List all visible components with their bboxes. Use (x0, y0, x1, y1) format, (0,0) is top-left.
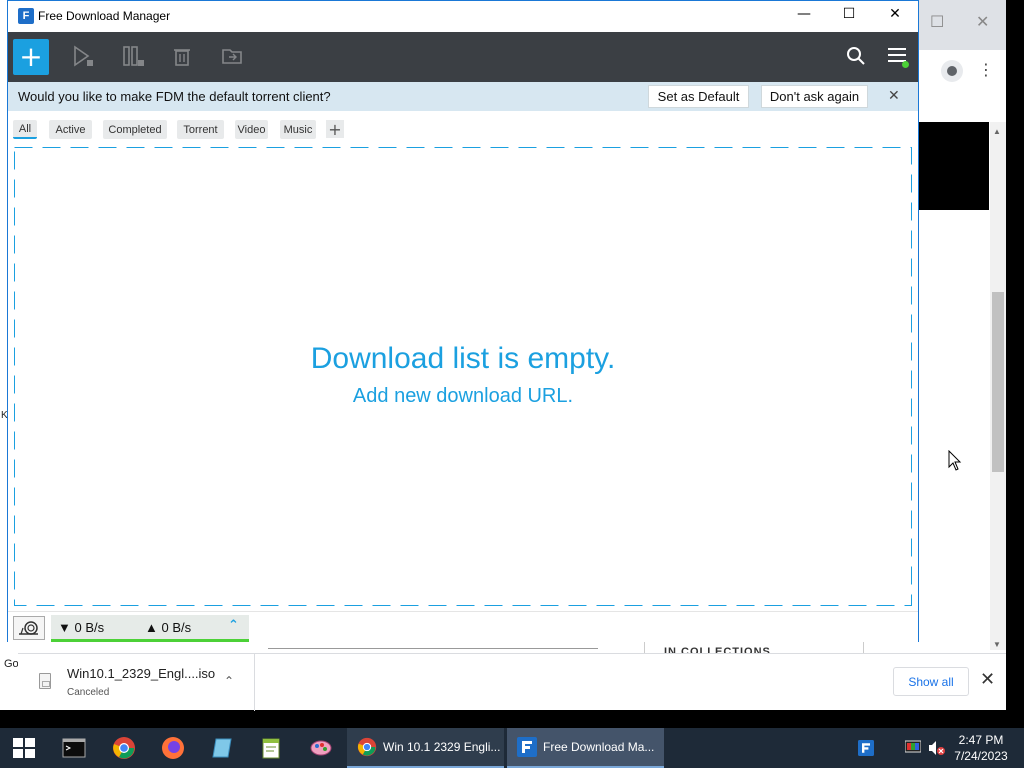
windows-start-icon[interactable] (13, 738, 35, 758)
scroll-down-icon[interactable]: ▼ (993, 640, 1001, 649)
fdm-toolbar: + (8, 32, 918, 82)
display-tray-icon[interactable] (905, 740, 921, 756)
mouse-cursor-icon (948, 450, 962, 471)
firefox-icon[interactable] (159, 734, 187, 762)
scroll-up-icon[interactable]: ▲ (993, 127, 1001, 136)
fdm-statusbar: ▼ 0 B/s ▲ 0 B/s ⌃ (8, 611, 918, 642)
dont-ask-again-button[interactable]: Don't ask again (761, 85, 868, 108)
file-icon (39, 673, 51, 689)
browser-maximize-icon[interactable]: ☐ (930, 12, 944, 31)
fdm-logo-icon: F (18, 8, 34, 24)
resume-icon[interactable] (72, 45, 94, 67)
page-dark-block (918, 122, 989, 210)
download-speed: ▼ 0 B/s (58, 620, 105, 635)
terminal-icon[interactable] (60, 734, 88, 762)
browser-scrollbar-thumb[interactable] (992, 292, 1004, 472)
fdm-window: F Free Download Manager — ☐ ✕ + Would yo… (7, 0, 919, 642)
tab-torrent[interactable]: Torrent (177, 120, 224, 139)
search-icon[interactable] (846, 46, 866, 66)
download-file-name: Win10.1_2329_Engl....iso (67, 666, 216, 681)
snail-speed-icon[interactable] (13, 616, 45, 640)
taskbar-task-label: Win 10.1 2329 Engli... (383, 740, 501, 754)
volume-muted-icon[interactable] (928, 740, 946, 756)
notepad-plus-plus-icon[interactable] (257, 734, 285, 762)
clock-date: 7/24/2023 (954, 749, 1008, 763)
tab-music[interactable]: Music (280, 120, 316, 139)
move-folder-icon[interactable] (221, 45, 243, 67)
minimize-icon[interactable]: — (789, 6, 819, 22)
browser-close-icon[interactable]: ✕ (976, 12, 989, 31)
page-text-fragment-bottom: Go (4, 658, 19, 670)
page-divider (644, 641, 645, 653)
show-all-button[interactable]: Show all (893, 667, 969, 696)
close-icon[interactable]: ✕ (880, 6, 910, 22)
window-title: Free Download Manager (38, 9, 171, 23)
clock-time: 2:47 PM (958, 733, 1004, 747)
downloads-shelf: Win10.1_2329_Engl....iso Canceled ⌃ Show… (18, 653, 1006, 711)
chevron-up-icon[interactable]: ⌃ (228, 618, 239, 633)
chevron-up-icon[interactable]: ⌃ (224, 674, 234, 688)
pause-icon[interactable] (122, 45, 144, 67)
close-banner-icon[interactable]: ✕ (888, 88, 900, 104)
default-client-banner: Would you like to make FDM the default t… (8, 82, 918, 111)
tab-active[interactable]: Active (49, 120, 92, 139)
page-divider (268, 648, 598, 649)
drop-area[interactable] (14, 147, 912, 607)
empty-list-title: Download list is empty. (310, 342, 616, 375)
taskbar: Win 10.1 2329 Engli... Free Download Ma.… (0, 728, 1024, 768)
taskbar-chrome-window[interactable]: Win 10.1 2329 Engli... (347, 728, 504, 768)
system-clock[interactable]: 2:47 PM 7/24/2023 (948, 732, 1014, 764)
maximize-icon[interactable]: ☐ (834, 6, 864, 22)
fdm-icon (517, 737, 537, 757)
chrome-icon[interactable] (110, 734, 138, 762)
fdm-titlebar[interactable]: F Free Download Manager — ☐ ✕ (8, 1, 918, 32)
notepad-icon[interactable] (208, 734, 236, 762)
update-indicator-dot (902, 61, 909, 68)
add-download-button[interactable]: + (13, 39, 49, 75)
tab-all[interactable]: All (13, 120, 37, 139)
download-status: Canceled (67, 687, 110, 698)
browser-titlebar: ☐ ✕ (918, 0, 1006, 50)
browser-menu-icon[interactable]: ⋮ (978, 60, 994, 79)
profile-icon[interactable] (941, 60, 963, 82)
delete-icon[interactable] (171, 45, 193, 67)
download-item[interactable]: Win10.1_2329_Engl....iso Canceled ⌃ (18, 654, 255, 711)
paint-icon[interactable] (307, 734, 335, 762)
banner-message: Would you like to make FDM the default t… (18, 89, 331, 104)
taskbar-fdm-window[interactable]: Free Download Ma... (507, 728, 664, 768)
add-tab-icon[interactable]: + (326, 120, 344, 139)
fdm-tray-icon[interactable] (858, 740, 874, 756)
taskbar-task-label: Free Download Ma... (543, 740, 655, 754)
add-url-link[interactable]: Add new download URL. (8, 385, 918, 408)
set-as-default-button[interactable]: Set as Default (648, 85, 749, 108)
page-divider (863, 641, 864, 653)
filter-tabs: All Active Completed Torrent Video Music… (8, 111, 918, 147)
tab-video[interactable]: Video (235, 120, 268, 139)
tab-completed[interactable]: Completed (103, 120, 167, 139)
close-shelf-icon[interactable]: ✕ (980, 669, 995, 690)
upload-speed: ▲ 0 B/s (145, 620, 192, 635)
chrome-icon (357, 737, 377, 757)
